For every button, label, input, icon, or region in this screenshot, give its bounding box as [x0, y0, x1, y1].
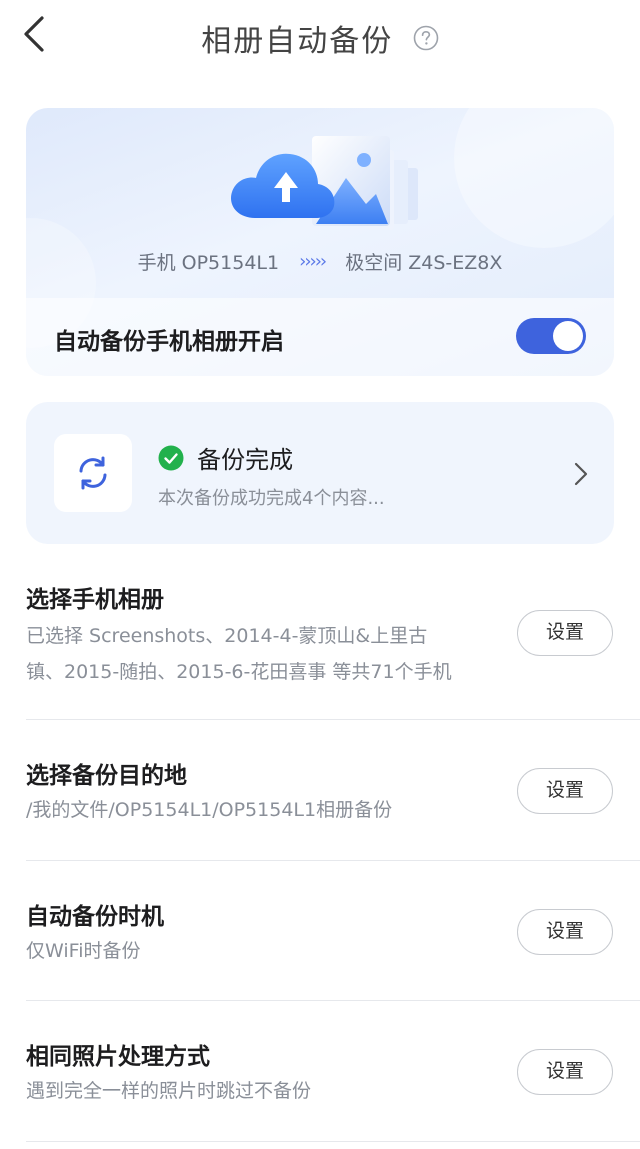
target-device-label: 极空间 Z4S-EZ8X: [345, 252, 503, 274]
check-circle-icon: [158, 445, 184, 470]
sync-icon-box: [54, 434, 132, 512]
status-title: 备份完成: [197, 446, 294, 474]
setting-description: 已选择 Screenshots、2014-4-蒙顶山&上里古 镇、2015-随拍…: [26, 618, 496, 690]
setting-description: /我的文件/OP5154L1/OP5154L1相册备份: [26, 799, 393, 821]
setting-duplicate-photo-handling: 相同照片处理方式 遇到完全一样的照片时跳过不备份 设置: [26, 1001, 640, 1142]
sync-icon: [79, 456, 107, 490]
transfer-arrows-icon: ›››››: [299, 251, 327, 272]
source-device-label: 手机 OP5154L1: [137, 252, 280, 274]
auto-backup-toggle-label: 自动备份手机相册开启: [54, 329, 284, 355]
top-bar: 相册自动备份: [0, 0, 640, 72]
device-transfer-row: 手机 OP5154L1 ››››› 极空间 Z4S-EZ8X: [26, 248, 614, 275]
chevron-right-icon: [574, 462, 588, 486]
setting-title: 选择备份目的地: [26, 763, 187, 789]
help-icon[interactable]: [413, 25, 439, 51]
status-title-row: 备份完成: [158, 440, 294, 474]
setting-choose-albums: 选择手机相册 已选择 Screenshots、2014-4-蒙顶山&上里古 镇、…: [26, 564, 640, 720]
setting-description-line: 已选择 Screenshots、2014-4-蒙顶山&上里古: [26, 625, 428, 647]
auto-backup-switch[interactable]: [516, 318, 586, 354]
setting-title: 选择手机相册: [26, 587, 164, 613]
status-subtitle: 本次备份成功完成4个内容...: [158, 488, 385, 509]
duplicate-handling-settings-button[interactable]: 设置: [517, 1049, 613, 1095]
setting-backup-timing: 自动备份时机 仅WiFi时备份 设置: [26, 861, 640, 1001]
setting-title: 自动备份时机: [26, 904, 164, 930]
backup-overview-card: 手机 OP5154L1 ››››› 极空间 Z4S-EZ8X 自动备份手机相册开…: [26, 108, 614, 376]
auto-backup-toggle-row: 自动备份手机相册开启: [26, 298, 614, 376]
backup-status-card[interactable]: 备份完成 本次备份成功完成4个内容...: [26, 402, 614, 544]
setting-description: 仅WiFi时备份: [26, 940, 141, 962]
setting-description: 遇到完全一样的照片时跳过不备份: [26, 1080, 312, 1102]
decorative-bubble: [454, 108, 614, 248]
choose-albums-settings-button[interactable]: 设置: [517, 610, 613, 656]
backup-timing-settings-button[interactable]: 设置: [517, 909, 613, 955]
switch-knob: [553, 321, 583, 351]
backup-destination-settings-button[interactable]: 设置: [517, 768, 613, 814]
cloud-upload-illustration: [231, 136, 418, 230]
setting-backup-destination: 选择备份目的地 /我的文件/OP5154L1/OP5154L1相册备份 设置: [26, 720, 640, 861]
page-title: 相册自动备份: [0, 16, 640, 60]
setting-description-line: 镇、2015-随拍、2015-6-花田喜事 等共71个手机: [26, 661, 452, 683]
setting-title: 相同照片处理方式: [26, 1044, 210, 1070]
